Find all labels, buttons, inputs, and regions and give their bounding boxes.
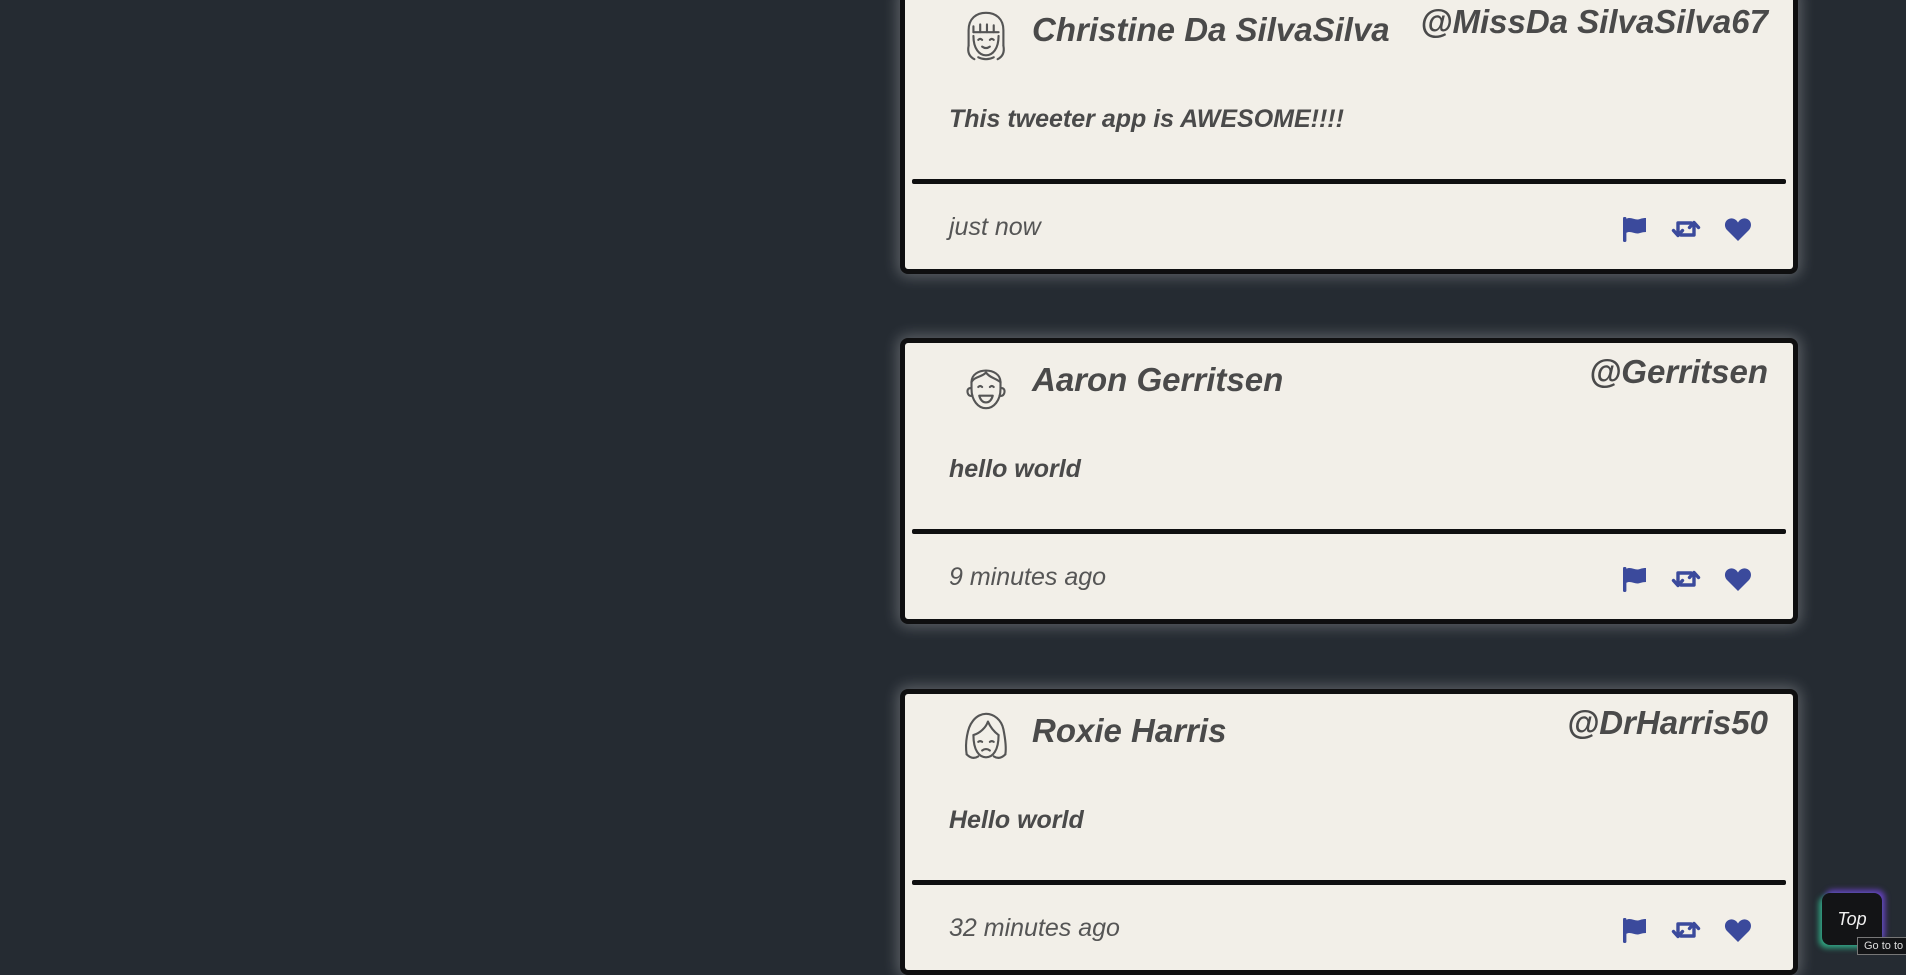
retweet-icon[interactable] bbox=[1671, 214, 1701, 244]
author-name: Roxie Harris bbox=[1032, 712, 1227, 749]
tweet-card: Roxie Harris @DrHarris50 Hello world 32 … bbox=[900, 689, 1798, 975]
author-name: Aaron Gerritsen bbox=[1032, 361, 1284, 398]
heart-icon[interactable] bbox=[1723, 915, 1753, 945]
scroll-to-top-tooltip: Go to to bbox=[1857, 937, 1906, 955]
tweet-header: Christine Da SilvaSilva @MissDa SilvaSil… bbox=[905, 0, 1793, 93]
tweet-actions bbox=[1619, 212, 1753, 246]
author-handle: @Gerritsen bbox=[1589, 353, 1768, 390]
tweet-actions bbox=[1619, 913, 1753, 947]
flag-icon[interactable] bbox=[1619, 214, 1649, 244]
girl-bangs-avatar-icon bbox=[957, 7, 1015, 65]
author-name: Christine Da SilvaSilva bbox=[1032, 11, 1390, 48]
tweet-divider bbox=[912, 880, 1786, 885]
tweet-actions bbox=[1619, 562, 1753, 596]
tweet-feed: Christine Da SilvaSilva @MissDa SilvaSil… bbox=[0, 0, 1906, 975]
tweet-timestamp: just now bbox=[949, 213, 1041, 241]
tweet-header: Aaron Gerritsen @Gerritsen bbox=[905, 343, 1793, 443]
retweet-icon[interactable] bbox=[1671, 915, 1701, 945]
tweet-divider bbox=[912, 529, 1786, 534]
smiling-boy-avatar-icon bbox=[957, 357, 1015, 415]
tweet-content: hello world bbox=[949, 455, 1081, 483]
tweet-divider bbox=[912, 179, 1786, 184]
flag-icon[interactable] bbox=[1619, 915, 1649, 945]
girl-long-hair-avatar-icon bbox=[957, 708, 1015, 766]
tweet-content: This tweeter app is AWESOME!!!! bbox=[949, 105, 1344, 133]
tweet-timestamp: 32 minutes ago bbox=[949, 914, 1120, 942]
tweet-card: Aaron Gerritsen @Gerritsen hello world 9… bbox=[900, 338, 1798, 624]
author-handle: @MissDa SilvaSilva67 bbox=[1420, 3, 1768, 40]
author-handle: @DrHarris50 bbox=[1567, 704, 1768, 741]
heart-icon[interactable] bbox=[1723, 214, 1753, 244]
tweet-timestamp: 9 minutes ago bbox=[949, 563, 1107, 591]
tweet-content: Hello world bbox=[949, 806, 1084, 834]
heart-icon[interactable] bbox=[1723, 564, 1753, 594]
flag-icon[interactable] bbox=[1619, 564, 1649, 594]
tweet-header: Roxie Harris @DrHarris50 bbox=[905, 694, 1793, 794]
retweet-icon[interactable] bbox=[1671, 564, 1701, 594]
tweet-card: Christine Da SilvaSilva @MissDa SilvaSil… bbox=[900, 0, 1798, 274]
